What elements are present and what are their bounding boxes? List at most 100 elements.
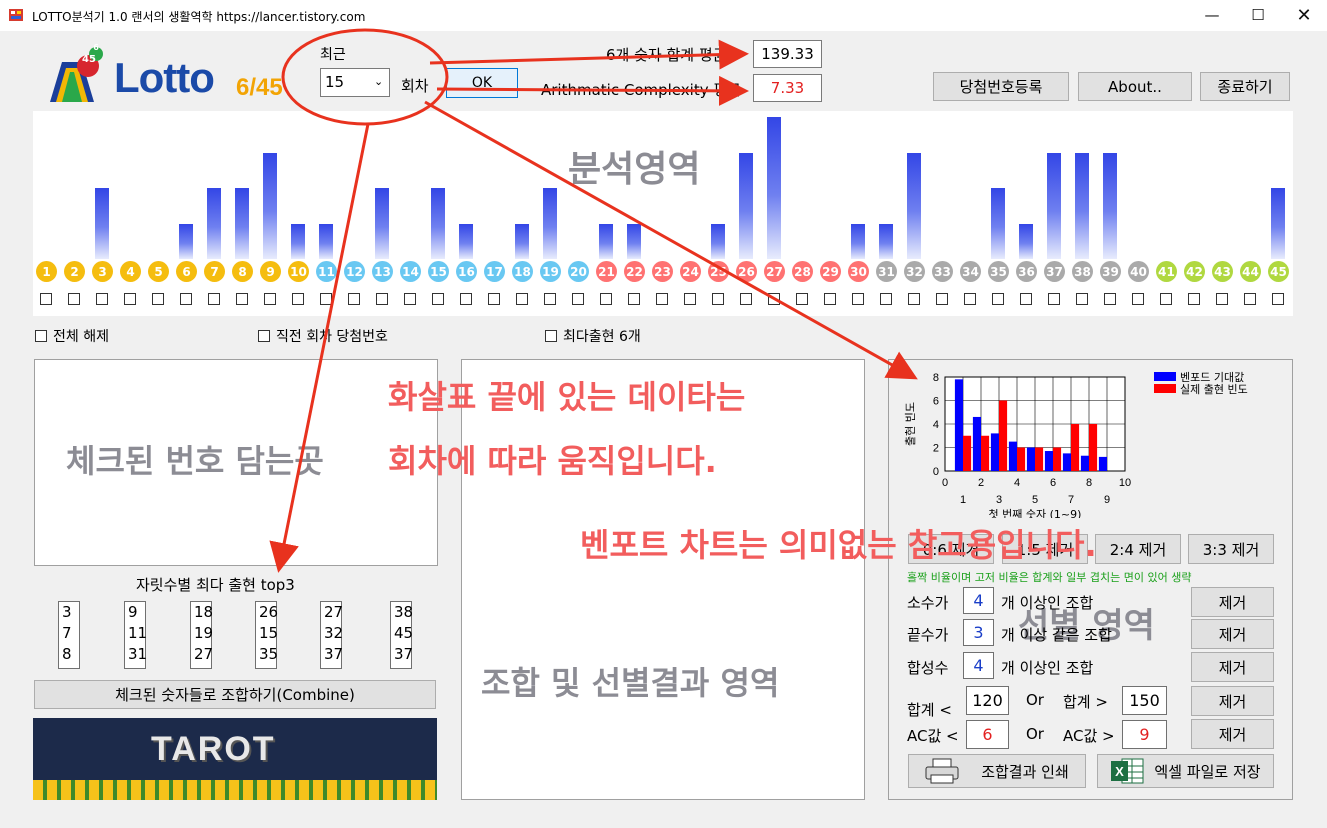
filter-count-input[interactable]: 4 [963,652,994,679]
number-checkbox[interactable] [1076,293,1088,305]
close-button[interactable]: ✕ [1281,0,1327,31]
frequency-bar [1103,152,1117,259]
frequency-bar [235,188,249,259]
filter-count-input[interactable]: 3 [963,619,994,646]
number-checkbox[interactable] [320,293,332,305]
number-checkbox[interactable] [264,293,276,305]
number-checkbox[interactable] [628,293,640,305]
number-checkbox[interactable] [180,293,192,305]
number-ball: 11 [316,261,337,282]
ac-min-input[interactable]: 6 [966,720,1009,749]
number-ball: 17 [484,261,505,282]
number-checkbox[interactable] [796,293,808,305]
number-checkbox[interactable] [348,293,360,305]
number-checkbox[interactable] [908,293,920,305]
number-checkbox[interactable] [684,293,696,305]
number-checkbox[interactable] [1160,293,1172,305]
print-button[interactable]: 조합결과 인쇄 [908,754,1086,788]
number-checkbox[interactable] [1272,293,1284,305]
number-checkbox[interactable] [880,293,892,305]
filter-remove-button[interactable]: 제거 [1191,619,1274,649]
number-checkbox[interactable] [964,293,976,305]
excel-save-button[interactable]: X 엑셀 파일로 저장 [1097,754,1274,788]
about-button[interactable]: About.. [1078,72,1192,101]
number-ball: 6 [176,261,197,282]
frequency-bar [907,152,921,259]
number-checkbox[interactable] [768,293,780,305]
prev-draw-checkbox[interactable] [258,330,270,342]
number-checkbox[interactable] [992,293,1004,305]
number-checkbox[interactable] [152,293,164,305]
number-checkbox[interactable] [740,293,752,305]
benford-bar [1089,424,1098,471]
number-checkbox[interactable] [712,293,724,305]
sum-remove-button[interactable]: 제거 [1191,686,1274,716]
number-checkbox[interactable] [1216,293,1228,305]
most-six-option[interactable]: 최다출현 6개 [545,326,641,346]
ac-max-input[interactable]: 9 [1122,720,1167,749]
ac-remove-button[interactable]: 제거 [1191,719,1274,749]
number-ball: 29 [820,261,841,282]
number-checkbox[interactable] [1020,293,1032,305]
logo-suffix: 6/45 [236,74,283,101]
register-numbers-button[interactable]: 당첨번호등록 [933,72,1069,101]
number-ball: 31 [876,261,897,282]
number-checkbox[interactable] [68,293,80,305]
number-checkbox[interactable] [236,293,248,305]
sum-max-input[interactable]: 150 [1122,686,1167,715]
top3-value: 11 [128,624,148,642]
number-ball: 9 [260,261,281,282]
number-checkbox[interactable] [1104,293,1116,305]
number-checkbox[interactable] [656,293,668,305]
number-checkbox[interactable] [40,293,52,305]
number-checkbox[interactable] [124,293,136,305]
logo-badge-6: 6 [93,43,99,52]
number-checkbox[interactable] [404,293,416,305]
number-checkbox[interactable] [376,293,388,305]
top3-column: 18 19 27 [190,601,213,669]
number-checkbox[interactable] [1188,293,1200,305]
clear-all-checkbox[interactable] [35,330,47,342]
number-checkbox[interactable] [460,293,472,305]
maximize-button[interactable]: ☐ [1235,0,1281,31]
number-checkbox[interactable] [544,293,556,305]
tarot-banner[interactable]: TAROT [33,718,437,800]
number-checkbox[interactable] [600,293,612,305]
filter-remove-button[interactable]: 제거 [1191,587,1274,617]
number-checkbox[interactable] [852,293,864,305]
number-checkbox[interactable] [1244,293,1256,305]
number-ball: 42 [1184,261,1205,282]
most-six-checkbox[interactable] [545,330,557,342]
combine-button[interactable]: 체크된 숫자들로 조합하기(Combine) [34,680,436,709]
number-checkbox[interactable] [936,293,948,305]
result-area-overlay: 조합 및 선별결과 영역 [481,664,780,702]
sum-min-input[interactable]: 120 [966,686,1009,715]
filter-remove-button[interactable]: 제거 [1191,652,1274,682]
filter-count-input[interactable]: 4 [963,587,994,614]
number-checkbox[interactable] [432,293,444,305]
number-checkbox[interactable] [96,293,108,305]
number-checkbox[interactable] [488,293,500,305]
minimize-button[interactable]: — [1189,0,1235,31]
number-checkbox[interactable] [208,293,220,305]
elimination-button[interactable]: 2:4 제거 [1095,534,1181,564]
exit-button[interactable]: 종료하기 [1200,72,1290,101]
y-axis-label: 출현 빈도 [904,402,917,446]
benford-bar [972,416,981,471]
number-checkbox[interactable] [824,293,836,305]
prev-draw-option[interactable]: 직전 회차 당첨번호 [258,326,388,346]
number-ball: 36 [1016,261,1037,282]
frequency-bar [179,223,193,259]
ok-button[interactable]: OK [446,68,518,98]
sum-min-label: 합계 < [907,701,952,719]
number-ball: 20 [568,261,589,282]
clear-all-option[interactable]: 전체 해제 [35,326,109,346]
number-checkbox[interactable] [292,293,304,305]
logo-badge-45: 45 [82,54,96,65]
elimination-button[interactable]: 3:3 제거 [1188,534,1274,564]
number-checkbox[interactable] [516,293,528,305]
number-checkbox[interactable] [1132,293,1144,305]
number-checkbox[interactable] [1048,293,1060,305]
recent-draws-select[interactable]: 15 ⌄ [320,68,390,97]
number-checkbox[interactable] [572,293,584,305]
